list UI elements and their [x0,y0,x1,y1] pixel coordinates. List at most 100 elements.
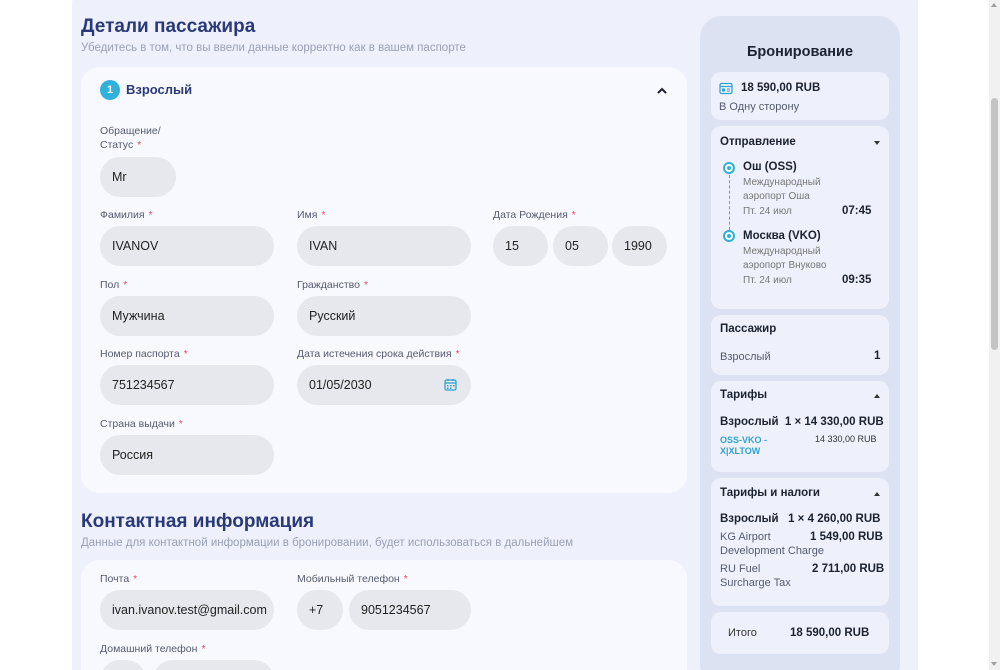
first-name-input[interactable]: IVAN [297,226,471,266]
destination-date: Пт. 24 июл [743,275,792,286]
total-label: Итого [728,627,757,639]
passport-label: Номер паспорта * [100,347,188,362]
booking-passenger-type: Взрослый [720,351,771,363]
booking-passenger-card: Пассажир Взрослый 1 [711,315,889,375]
dob-month-input[interactable]: 05 [553,226,608,266]
origin-airport-line1: Международный [743,177,821,188]
booking-passenger-count: 1 [874,350,881,362]
home-phone-number-input[interactable] [153,660,274,670]
origin-city: Ош (OSS) [743,161,797,173]
mobile-number-input[interactable]: 9051234567 [349,590,471,630]
fare-route-line1[interactable]: OSS-VKO - [720,435,767,446]
dob-label: Дата Рождения * [493,208,576,223]
title-label-line1: Обращение/ [100,125,161,137]
citizenship-label: Гражданство * [297,278,368,293]
dob-day-input[interactable]: 15 [493,226,548,266]
fare-route-price: 14 330,00 RUB [815,434,877,444]
dob-label-text: Дата Рождения [493,209,568,221]
fares-adult-line: Взрослый 1 × 14 330,00 RUB [720,416,884,428]
required-mark: * [133,574,138,585]
destination-airport-line1: Международный [743,246,821,257]
destination-city: Москва (VKO) [743,230,821,242]
scroll-arrow-down-icon[interactable] [991,662,997,666]
fares-heading: Тарифы [720,389,768,401]
mobile-label: Мобильный телефон * [297,572,408,587]
last-name-label-text: Фамилия [100,209,145,221]
total-value: 18 590,00 RUB [790,627,870,639]
booking-total-price: 18 590,00 RUB [741,82,821,94]
trip-type: В Одну сторону [719,101,800,113]
issuing-country-label: Страна выдачи * [100,417,183,432]
gender-label: Пол * [100,278,127,293]
home-phone-label: Домашний телефон * [100,642,205,657]
required-mark: * [123,280,128,291]
expiry-date-value: 01/05/2030 [309,378,372,392]
last-name-input[interactable]: IVANOV [100,226,274,266]
destination-dot [723,230,735,242]
booking-price-card: 18 590,00 RUB В Одну сторону [711,72,889,120]
mobile-code-select[interactable]: +7 [297,590,343,630]
contact-section-title: Контактная информация [81,511,315,532]
total-card: Итого 18 590,00 RUB [711,612,889,654]
citizenship-select[interactable]: Русский [297,296,471,336]
issuing-country-label-text: Страна выдачи [100,418,175,430]
booking-passenger-heading: Пассажир [720,323,777,335]
ticket-icon [719,82,733,95]
tax-item2-name-line2: Surcharge Tax [720,577,791,589]
expiry-date-input[interactable]: 01/05/2030 [297,365,471,405]
tax-item2-price: 2 711,00 RUB [812,563,885,575]
chevron-up-icon[interactable] [874,394,880,398]
taxes-card: Тарифы и налоги Взрослый 1 × 4 260,00 RU… [711,478,889,606]
tax-item2-name-line1: RU Fuel [720,563,761,575]
origin-date: Пт. 24 июл [743,206,792,217]
required-mark: * [363,280,368,291]
title-label: Обращение/ Статус * [100,124,161,153]
expiry-label: Дата истечения срока действия * [297,347,459,362]
tax-item1-name-line1: KG Airport [720,531,771,543]
taxes-heading: Тарифы и налоги [720,487,820,499]
passport-label-text: Номер паспорта [100,348,180,360]
scrollbar-thumb[interactable] [991,98,998,350]
home-phone-label-text: Домашний телефон [100,643,198,655]
passenger-number-badge: 1 [100,80,120,100]
required-mark: * [201,644,206,655]
title-label-line2: Статус [100,139,134,151]
contact-section-subtitle: Данные для контактной информации в брони… [81,537,574,549]
chevron-down-icon[interactable] [874,141,880,145]
gender-select[interactable]: Мужчина [100,296,274,336]
origin-time: 07:45 [842,205,872,217]
chevron-up-icon[interactable] [874,492,880,496]
passport-number-input[interactable]: 751234567 [100,365,274,405]
required-mark: * [403,574,408,585]
departure-heading: Отправление [720,136,796,148]
required-mark: * [571,210,576,221]
destination-time: 09:35 [842,274,872,286]
taxes-adult-line: Взрослый 1 × 4 260,00 RUB [720,513,881,525]
mobile-label-text: Мобильный телефон [297,573,400,585]
chevron-up-icon[interactable] [655,84,669,98]
tax-item1-name-line2: Development Charge [720,545,824,557]
required-mark: * [148,210,153,221]
required-mark: * [321,210,326,221]
scroll-arrow-up-icon[interactable] [991,3,997,7]
first-name-label-text: Имя [297,209,318,221]
title-select[interactable]: Mr [100,157,176,197]
booking-sidebar: Бронирование 18 590,00 RUB В Одну сторон… [700,16,900,670]
fare-route-line2[interactable]: X|XLTOW [720,446,760,457]
dob-year-input[interactable]: 1990 [612,226,667,266]
issuing-country-select[interactable]: Россия [100,435,274,475]
origin-dot [723,162,735,174]
first-name-label: Имя * [297,208,325,223]
gender-label-text: Пол [100,279,120,291]
required-mark: * [183,349,188,360]
tax-item1-price: 1 549,00 RUB [810,531,883,543]
passenger-type-title[interactable]: Взрослый [126,82,192,97]
destination-airport-line2: аэропорт Внуково [743,260,827,271]
route-line [728,175,730,230]
email-label-text: Почта [100,573,130,585]
citizenship-label-text: Гражданство [297,279,360,291]
booking-title: Бронирование [746,44,854,60]
email-input[interactable]: ivan.ivanov.test@gmail.com [100,590,274,630]
email-label: Почта * [100,572,137,587]
calendar-icon[interactable] [444,378,457,391]
